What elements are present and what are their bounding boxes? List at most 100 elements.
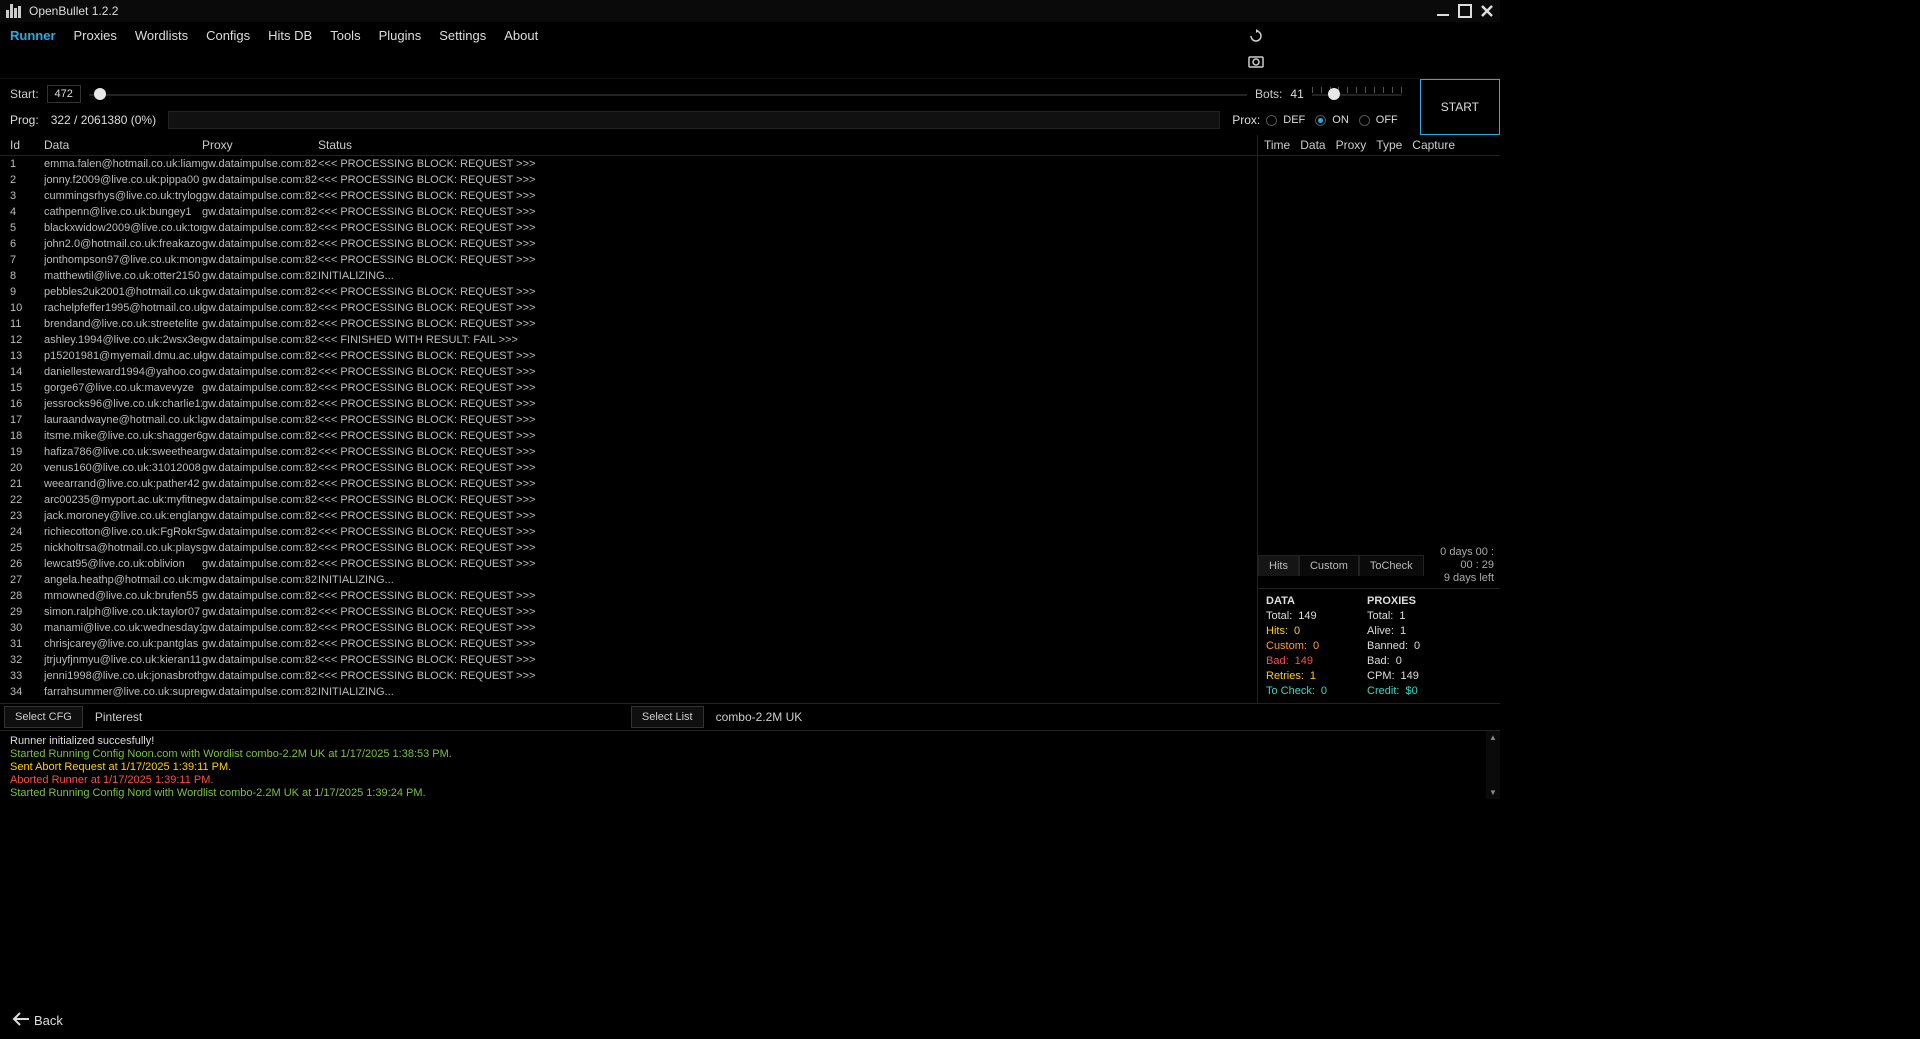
stats-panel: DATA Total:149 Hits:0 Custom:0 Bad:149 R… [1258, 588, 1500, 703]
table-row[interactable]: 5blackxwidow2009@live.co.uk:tornagw.data… [0, 220, 1257, 236]
table-row[interactable]: 3cummingsrhys@live.co.uk:trylog12gw.data… [0, 188, 1257, 204]
table-row[interactable]: 31chrisjcarey@live.co.uk:pantglasgw.data… [0, 636, 1257, 652]
start-slider[interactable] [89, 84, 1247, 104]
table-row[interactable]: 22arc00235@myport.ac.uk:myfitnesspgw.dat… [0, 492, 1257, 508]
hits-tab-hits[interactable]: Hits [1258, 555, 1299, 576]
table-row[interactable]: 28mmowned@live.co.uk:brufen55gw.dataimpu… [0, 588, 1257, 604]
table-row[interactable]: 14daniellesteward1994@yahoo.co.uk:gw.dat… [0, 364, 1257, 380]
table-row[interactable]: 18itsme.mike@live.co.uk:shagger69gw.data… [0, 428, 1257, 444]
prox-radio-on[interactable] [1315, 115, 1326, 126]
table-row[interactable]: 26lewcat95@live.co.uk:obliviongw.dataimp… [0, 556, 1257, 572]
log-scrollbar[interactable]: ▲▼ [1486, 731, 1500, 799]
table-row[interactable]: 8matthewtil@live.co.uk:otter2150gw.datai… [0, 268, 1257, 284]
table-row[interactable]: 6john2.0@hotmail.co.uk:freakazoid1gw.dat… [0, 236, 1257, 252]
col-data: Data [44, 138, 202, 152]
nav-proxies[interactable]: Proxies [74, 28, 117, 72]
table-row[interactable]: 16jessrocks96@live.co.uk:charlie123gw.da… [0, 396, 1257, 412]
log-panel: ▲▼ Runner initialized succesfully!Starte… [0, 731, 1500, 799]
list-name: combo-2.2M UK [708, 710, 1500, 724]
col-id: Id [10, 138, 44, 152]
runner-table-header: Id Data Proxy Status [0, 135, 1257, 156]
hits-tab-custom[interactable]: Custom [1299, 555, 1359, 576]
table-row[interactable]: 4cathpenn@live.co.uk:bungey1gw.dataimpul… [0, 204, 1257, 220]
maximize-icon[interactable] [1458, 4, 1472, 18]
minimize-icon[interactable] [1436, 4, 1450, 18]
prox-radio-def[interactable] [1266, 115, 1277, 126]
hits-table-header: Time Data Proxy Type Capture [1258, 135, 1500, 156]
table-row[interactable]: 2jonny.f2009@live.co.uk:pippa00gw.dataim… [0, 172, 1257, 188]
bots-label: Bots: [1255, 87, 1282, 101]
start-label: Start: [10, 87, 39, 101]
nav-settings[interactable]: Settings [439, 28, 486, 72]
stats-data-header: DATA [1266, 595, 1327, 607]
config-strip: Select CFG Pinterest Select List combo-2… [0, 703, 1500, 731]
table-row[interactable]: 1emma.falen@hotmail.co.uk:liammargw.data… [0, 156, 1257, 172]
table-row[interactable]: 17lauraandwayne@hotmail.co.uk:lauragw.da… [0, 412, 1257, 428]
table-row[interactable]: 12ashley.1994@live.co.uk:2wsx3edcgw.data… [0, 332, 1257, 348]
table-row[interactable]: 13p15201981@myemail.dmu.ac.uk:llogw.data… [0, 348, 1257, 364]
main-nav: Runner Proxies Wordlists Configs Hits DB Tool… [0, 22, 1500, 79]
log-line: Started Running Config Noon.com with Wor… [10, 748, 1490, 761]
nav-runner[interactable]: Runner [10, 28, 56, 72]
table-row[interactable]: 30manami@live.co.uk:wednesday13gw.dataim… [0, 620, 1257, 636]
table-row[interactable]: 15gorge67@live.co.uk:mavevyzegw.dataimpu… [0, 380, 1257, 396]
table-row[interactable]: 27angela.heathp@hotmail.co.uk:marcegw.da… [0, 572, 1257, 588]
runner-table-body[interactable]: 1emma.falen@hotmail.co.uk:liammargw.data… [0, 156, 1257, 703]
table-row[interactable]: 32jtrjuyfjnmyu@live.co.uk:kieran11ukgw.d… [0, 652, 1257, 668]
col-status: Status [318, 138, 1247, 152]
select-list-button[interactable]: Select List [631, 706, 704, 728]
progress-bar [168, 111, 1220, 129]
camera-icon[interactable] [1248, 53, 1490, 72]
nav-about[interactable]: About [504, 28, 538, 72]
table-row[interactable]: 7jonthompson97@live.co.uk:monstergw.data… [0, 252, 1257, 268]
close-icon[interactable] [1480, 4, 1494, 18]
hits-col-data: Data [1300, 138, 1325, 152]
title-bar: OpenBullet 1.2.2 [0, 0, 1500, 22]
stats-proxies-header: PROXIES [1367, 595, 1420, 607]
log-line: Sent Abort Request at 1/17/2025 1:39:11 … [10, 761, 1490, 774]
table-row[interactable]: 11brendand@live.co.uk:streetelitegw.data… [0, 316, 1257, 332]
nav-plugins[interactable]: Plugins [379, 28, 422, 72]
prog-label: Prog: [10, 113, 39, 127]
nav-configs[interactable]: Configs [206, 28, 250, 72]
table-row[interactable]: 21weearrand@live.co.uk:pather42gw.dataim… [0, 476, 1257, 492]
table-row[interactable]: 35charlieiscox@live.co.uk:charliegw.data… [0, 700, 1257, 703]
prox-radio-off[interactable] [1359, 115, 1370, 126]
cfg-name: Pinterest [87, 710, 627, 724]
hits-col-type: Type [1376, 138, 1402, 152]
hits-table-body [1258, 156, 1500, 543]
prox-label: Prox: [1232, 113, 1260, 127]
elapsed-line2: 9 days left [1430, 572, 1494, 585]
log-line: Runner initialized succesfully! [10, 735, 1490, 748]
table-row[interactable]: 20venus160@live.co.uk:31012008gw.dataimp… [0, 460, 1257, 476]
log-line: Aborted Runner at 1/17/2025 1:39:11 PM. [10, 774, 1490, 787]
table-row[interactable]: 24richiecotton@live.co.uk:FgRokrSjgw.dat… [0, 524, 1257, 540]
table-row[interactable]: 23jack.moroney@live.co.uk:england1gw.dat… [0, 508, 1257, 524]
back-button[interactable]: Back [8, 1010, 67, 1031]
prog-text: 322 / 2061380 (0%) [51, 113, 156, 127]
start-button[interactable]: START [1420, 79, 1500, 135]
table-row[interactable]: 33jenni1998@live.co.uk:jonasbrothgw.data… [0, 668, 1257, 684]
table-row[interactable]: 19hafiza786@live.co.uk:sweetheartgw.data… [0, 444, 1257, 460]
refresh-icon[interactable] [1248, 28, 1490, 47]
elapsed-timer: 0 days 00 : 00 : 29 9 days left [1424, 543, 1500, 588]
table-row[interactable]: 9pebbles2uk2001@hotmail.co.uk:lengw.data… [0, 284, 1257, 300]
hits-col-time: Time [1264, 138, 1290, 152]
table-row[interactable]: 10rachelpfeffer1995@hotmail.co.uk:hagw.d… [0, 300, 1257, 316]
hits-tab-tocheck[interactable]: ToCheck [1359, 555, 1424, 576]
nav-hits-db[interactable]: Hits DB [268, 28, 312, 72]
table-row[interactable]: 34farrahsummer@live.co.uk:supreme1gw.dat… [0, 684, 1257, 700]
col-proxy: Proxy [202, 138, 318, 152]
start-input[interactable] [47, 85, 81, 103]
log-line: Started Running Config Nord with Wordlis… [10, 787, 1490, 799]
table-row[interactable]: 29simon.ralph@live.co.uk:taylor07gw.data… [0, 604, 1257, 620]
nav-wordlists[interactable]: Wordlists [135, 28, 188, 72]
table-row[interactable]: 25nickholtrsa@hotmail.co.uk:playstatigw.… [0, 540, 1257, 556]
select-cfg-button[interactable]: Select CFG [4, 706, 83, 728]
bots-value: 41 [1290, 87, 1303, 101]
elapsed-line1: 0 days 00 : 00 : 29 [1430, 546, 1494, 572]
hits-col-proxy: Proxy [1336, 138, 1367, 152]
app-title: OpenBullet 1.2.2 [29, 4, 118, 18]
nav-tools[interactable]: Tools [330, 28, 360, 72]
bots-slider[interactable] [1312, 84, 1402, 104]
